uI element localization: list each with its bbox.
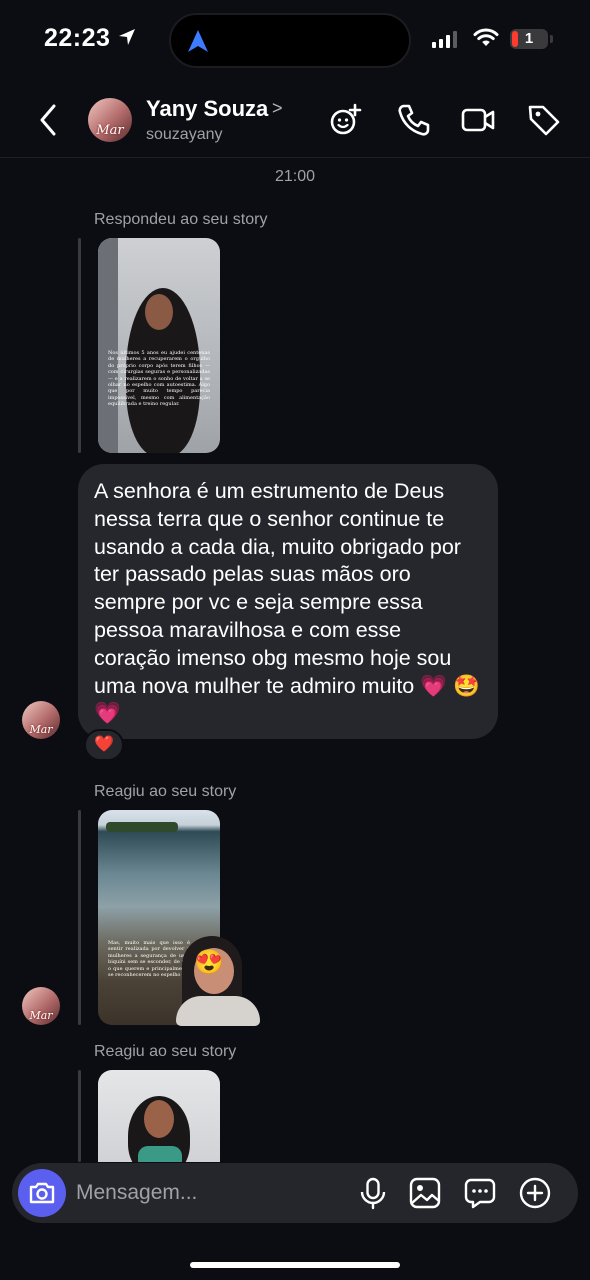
- effects-icon[interactable]: [328, 102, 364, 138]
- sticker-icon[interactable]: [463, 1176, 497, 1210]
- home-indicator[interactable]: [190, 1262, 400, 1268]
- contact-handle[interactable]: souzayany: [146, 126, 223, 144]
- story-island: [106, 822, 178, 832]
- wifi-icon: [473, 28, 499, 46]
- location-arrow-icon: [119, 29, 135, 45]
- camera-button[interactable]: [18, 1169, 66, 1217]
- contact-avatar[interactable]: Mar: [88, 98, 132, 142]
- message-input[interactable]: [76, 1178, 336, 1208]
- sender-avatar[interactable]: Mar: [22, 987, 60, 1025]
- image-icon[interactable]: [408, 1176, 442, 1210]
- reply-divider: [78, 238, 81, 453]
- plus-icon[interactable]: [518, 1176, 552, 1210]
- story-thumbnail[interactable]: Nos últimos 5 anos eu ajudei centenas de…: [98, 238, 220, 453]
- message-reaction[interactable]: ❤️: [84, 729, 124, 761]
- message-bubble[interactable]: A senhora é um estrumento de Deus nessa …: [78, 464, 498, 739]
- dynamic-island: [169, 13, 411, 68]
- battery-icon: 1: [510, 29, 548, 49]
- heart-eyes-icon: 😍: [194, 949, 224, 976]
- phone-icon[interactable]: [396, 102, 432, 138]
- microphone-icon[interactable]: [356, 1176, 390, 1210]
- memoji-reaction: 😍: [176, 932, 264, 1026]
- message-composer: [12, 1163, 578, 1223]
- story-caption: Nos últimos 5 anos eu ajudei centenas de…: [108, 350, 210, 408]
- battery-level: 1: [524, 30, 534, 47]
- sender-avatar[interactable]: Mar: [22, 701, 60, 739]
- contact-name[interactable]: Yany Souza: [146, 96, 268, 122]
- story-react-label: Reagiu ao seu story: [94, 783, 237, 800]
- reply-divider: [78, 1070, 81, 1162]
- chevron-right-icon[interactable]: >: [272, 98, 283, 119]
- story-reply-label: Respondeu ao seu story: [94, 211, 268, 228]
- message-text: A senhora é um estrumento de Deus nessa …: [94, 479, 480, 726]
- story-react-label: Reagiu ao seu story: [94, 1043, 237, 1060]
- status-bar: 22:23 1: [0, 0, 590, 80]
- cellular-signal-icon: [432, 30, 457, 48]
- camera-icon: [29, 1182, 55, 1204]
- chat-timestamp: 21:00: [274, 168, 316, 185]
- story-thumbnail[interactable]: [98, 1070, 220, 1162]
- back-icon[interactable]: [36, 102, 64, 138]
- tag-icon[interactable]: [526, 102, 562, 138]
- reply-divider: [78, 810, 81, 1025]
- navigation-arrow-icon: [188, 30, 208, 52]
- status-time: 22:23: [44, 24, 111, 52]
- chat-header: Mar Yany Souza > souzayany: [0, 82, 590, 158]
- video-call-icon[interactable]: [460, 102, 496, 138]
